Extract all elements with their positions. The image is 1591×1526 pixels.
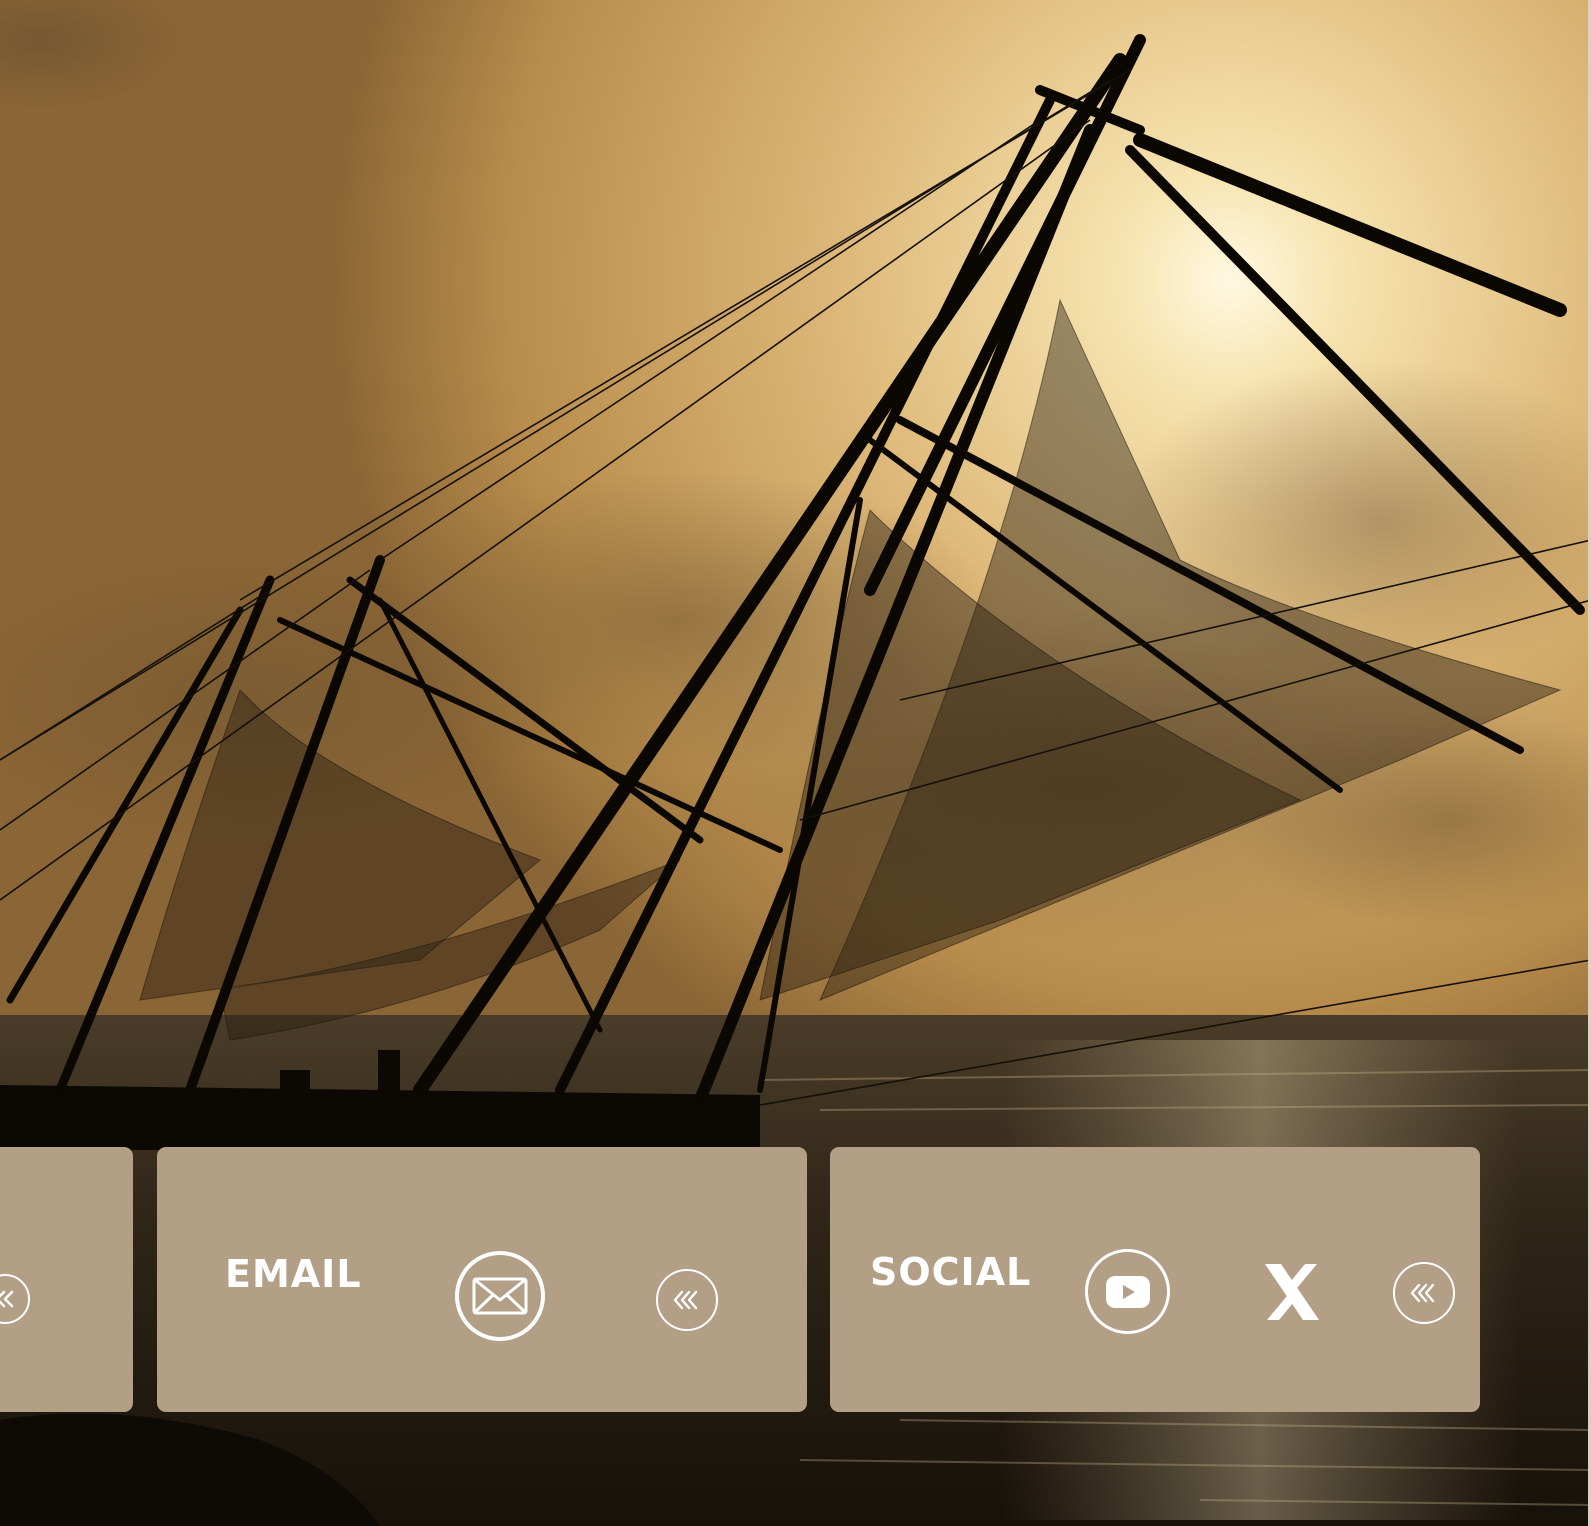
social-card[interactable]: SOCIAL bbox=[830, 1147, 1480, 1412]
email-card[interactable]: EMAIL bbox=[157, 1147, 807, 1412]
triple-chevron-left-icon[interactable] bbox=[656, 1269, 718, 1331]
youtube-icon[interactable] bbox=[1085, 1249, 1170, 1334]
social-label: SOCIAL bbox=[870, 1250, 1032, 1294]
double-chevron-left-icon[interactable] bbox=[0, 1274, 30, 1324]
x-logo-icon[interactable] bbox=[1263, 1262, 1321, 1322]
triple-chevron-left-icon[interactable] bbox=[1393, 1262, 1455, 1324]
envelope-icon[interactable] bbox=[455, 1251, 545, 1341]
email-label: EMAIL bbox=[225, 1252, 362, 1296]
partial-contact-card bbox=[0, 1147, 133, 1412]
